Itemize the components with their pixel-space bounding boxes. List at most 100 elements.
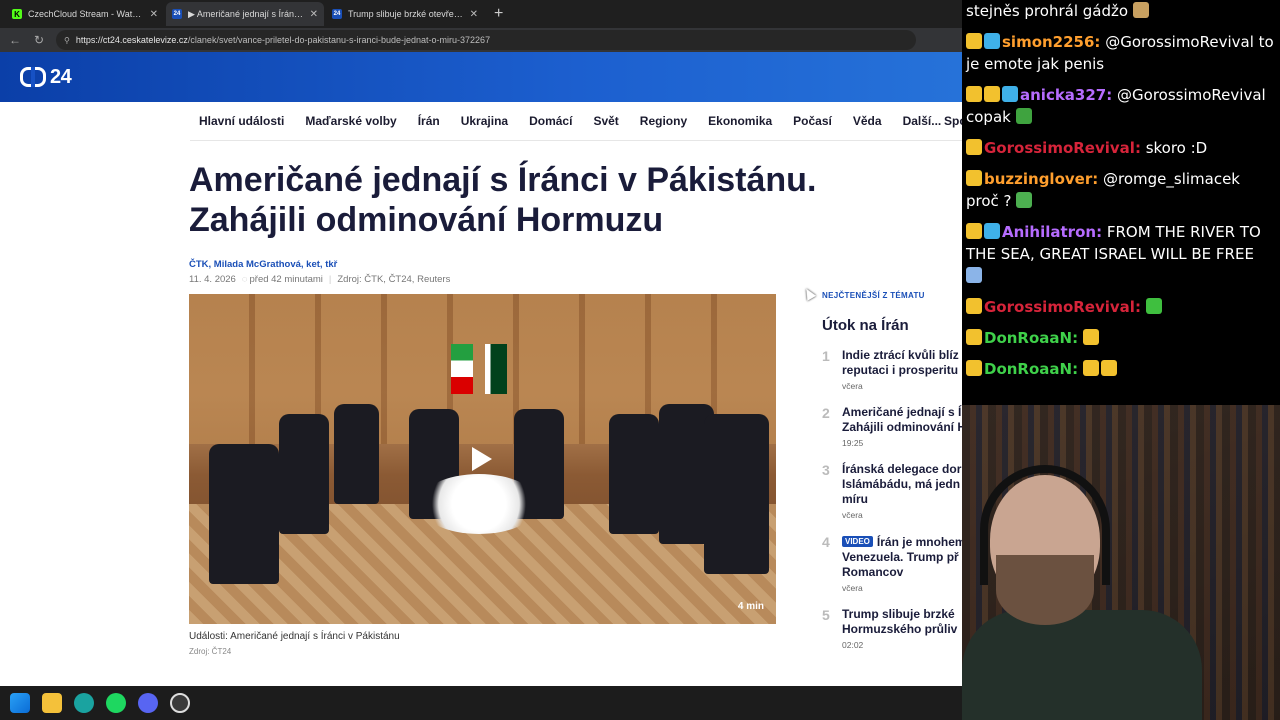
- back-icon[interactable]: ←: [8, 33, 22, 47]
- menu-item[interactable]: Počasí: [793, 114, 832, 128]
- menu-item[interactable]: Svět: [593, 114, 618, 128]
- article-title-line: Trump slibuje brzké: [842, 607, 955, 621]
- chat-username[interactable]: buzzinglover:: [984, 170, 1098, 188]
- badge-icon: [966, 33, 982, 49]
- video-scene-person: [609, 414, 659, 534]
- site-header: 24: [0, 52, 962, 102]
- taskbar: [0, 686, 962, 720]
- chat-message: buzzinglover: @romge_slimacek proč ?: [966, 168, 1276, 212]
- edge-icon[interactable]: [74, 693, 94, 713]
- chat-username[interactable]: GorossimoRevival:: [984, 298, 1141, 316]
- menu-item[interactable]: Ekonomika: [708, 114, 772, 128]
- sidebar-article[interactable]: 1 Indie ztrácí kvůli blíz reputaci i pro…: [822, 348, 962, 391]
- article-title-line: Američané jednají s Í: [842, 405, 962, 419]
- article-source: Zdroj: ČTK, ČT24, Reuters: [337, 274, 451, 285]
- obs-icon[interactable]: [170, 693, 190, 713]
- video-scene-person: [334, 404, 379, 504]
- url-field[interactable]: ⚲ https://ct24.ceskatelevize.cz/clanek/s…: [56, 30, 916, 50]
- ct24-logo[interactable]: 24: [20, 66, 72, 89]
- menu-item[interactable]: Další...: [903, 114, 942, 128]
- ct-logo-icon: [20, 67, 46, 87]
- file-explorer-icon[interactable]: [42, 693, 62, 713]
- article-title-line: VIDEO Írán je mnohem: [842, 534, 962, 550]
- tab-americane[interactable]: 24 ▶ Američané jednají s Íránci v Páki ✕: [166, 2, 324, 26]
- play-icon[interactable]: [472, 447, 492, 471]
- address-bar-row: ← ↻ ⚲ https://ct24.ceskatelevize.cz/clan…: [0, 28, 962, 52]
- emote-icon: [1132, 2, 1149, 18]
- article-authors[interactable]: ČTK, Milada McGrathová, ket, tkř: [189, 259, 337, 270]
- tab-trump[interactable]: 24 Trump slibuje brzké otevření Horm ✕: [326, 2, 484, 26]
- chat-username[interactable]: DonRoaaN:: [984, 329, 1078, 347]
- badge-icon: [966, 298, 982, 314]
- tab-title: Trump slibuje brzké otevření Horm: [348, 9, 464, 19]
- site-info-icon[interactable]: ⚲: [64, 36, 70, 45]
- sidebar-label: NEJČTENĚJŠÍ Z TÉMATU: [822, 291, 925, 300]
- article-date: 11. 4. 2026: [189, 274, 236, 285]
- new-tab-button[interactable]: +: [486, 5, 511, 23]
- article-time: 02:02: [842, 640, 864, 650]
- mouse-cursor-icon: [801, 286, 817, 301]
- url-path: /clanek/svet/vance-priletel-do-pakistanu…: [187, 35, 491, 45]
- sidebar-article[interactable]: 2 Američané jednají s Í Zahájili odminov…: [822, 405, 962, 448]
- article-title-line: Zahájili odminování H: [842, 420, 962, 434]
- menu-item[interactable]: Věda: [853, 114, 882, 128]
- chat-message: simon2256: @GorossimoRevival to je emote…: [966, 31, 1276, 75]
- browser-tab-bar: K CzechCloud Stream - Watch Live o ✕ 24 …: [0, 0, 962, 28]
- clock-icon: ◌: [241, 274, 248, 285]
- sidebar-title[interactable]: Útok na Írán: [822, 317, 909, 334]
- article-title-line: míru: [842, 492, 869, 506]
- chat-username[interactable]: Anihilatron:: [1002, 223, 1102, 241]
- badge-icon: [966, 170, 982, 186]
- article-title-line: Indie ztrácí kvůli blíz: [842, 348, 959, 362]
- spotify-icon[interactable]: [106, 693, 126, 713]
- kick-icon: K: [12, 9, 22, 19]
- close-icon[interactable]: ✕: [150, 9, 158, 20]
- menu-item[interactable]: Ukrajina: [461, 114, 508, 128]
- article-rank: 1: [822, 348, 830, 364]
- menu-item[interactable]: Maďarské volby: [305, 114, 396, 128]
- menu-item[interactable]: Hlavní události: [199, 114, 284, 128]
- sidebar-list: 1 Indie ztrácí kvůli blíz reputaci i pro…: [822, 348, 962, 664]
- video-badge: VIDEO: [842, 536, 873, 547]
- article-title-line: Romancov: [842, 565, 904, 579]
- menu-item-sport[interactable]: Spo: [944, 114, 962, 128]
- chat-username[interactable]: anicka327:: [1020, 86, 1112, 104]
- sidebar-article[interactable]: 3 Íránská delegace dor Islámábádu, má je…: [822, 462, 962, 520]
- menu-item[interactable]: Regiony: [640, 114, 687, 128]
- ct24-icon: 24: [332, 9, 342, 19]
- close-icon[interactable]: ✕: [470, 9, 478, 20]
- video-duration: 4 min: [737, 601, 764, 612]
- chat-username[interactable]: DonRoaaN:: [984, 360, 1078, 378]
- windows-start-icon[interactable]: [10, 693, 30, 713]
- article-rank: 2: [822, 405, 830, 421]
- reload-icon[interactable]: ↻: [32, 33, 46, 47]
- sidebar-article[interactable]: 5 Trump slibuje brzké Hormuzského průliv…: [822, 607, 962, 650]
- menu-item[interactable]: Domácí: [529, 114, 572, 128]
- chat-message: DonRoaaN:: [966, 327, 1276, 349]
- badge-icon: [984, 33, 1000, 49]
- video-scene-flowers: [419, 474, 539, 534]
- article-title-line: Venezuela. Trump př: [842, 550, 959, 564]
- discord-icon[interactable]: [138, 693, 158, 713]
- badge-icon: [984, 86, 1000, 102]
- emote-icon: [1015, 108, 1032, 124]
- chat-text: stejněs prohrál gádžo: [966, 2, 1129, 20]
- ct24-icon: 24: [172, 9, 182, 19]
- menu-item[interactable]: Írán: [418, 114, 440, 128]
- iran-flag-image: [451, 344, 473, 394]
- tab-czechcloud[interactable]: K CzechCloud Stream - Watch Live o ✕: [6, 2, 164, 26]
- main-menu: Hlavní události Maďarské volby Írán Ukra…: [199, 114, 962, 128]
- article-time: 19:25: [842, 438, 864, 448]
- chat-username[interactable]: GorossimoRevival:: [984, 139, 1141, 157]
- article-title-line: Íránská delegace dor: [842, 462, 962, 476]
- video-player[interactable]: 4 min: [189, 294, 776, 624]
- sidebar-article[interactable]: 4 VIDEO Írán je mnohem Venezuela. Trump p…: [822, 534, 962, 593]
- chat-username[interactable]: simon2256:: [1002, 33, 1100, 51]
- chat-message: Anihilatron: FROM THE RIVER TO THE SEA, …: [966, 221, 1276, 287]
- close-icon[interactable]: ✕: [310, 9, 318, 20]
- article-ago: před 42 minutami: [249, 274, 323, 285]
- chat-message: DonRoaaN:: [966, 358, 1276, 380]
- video-scene-person: [209, 444, 279, 584]
- divider: [190, 140, 962, 141]
- article-rank: 3: [822, 462, 830, 478]
